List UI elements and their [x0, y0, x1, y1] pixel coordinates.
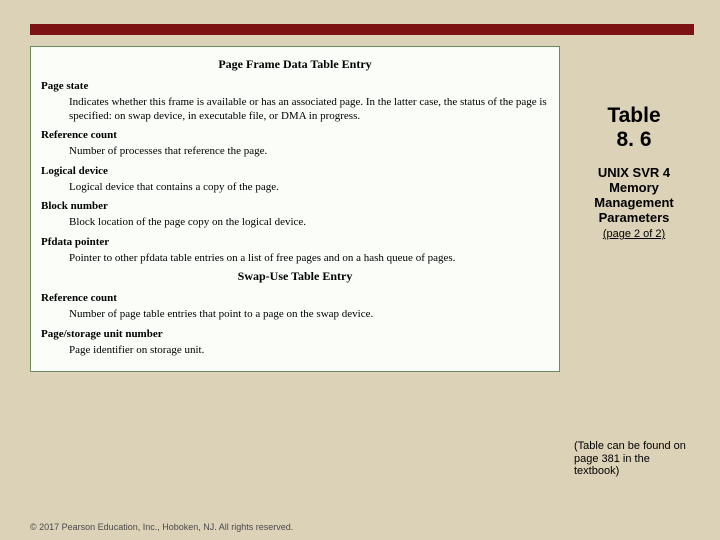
- page-indicator: (page 2 of 2): [574, 228, 694, 240]
- term-desc: Number of page table entries that point …: [69, 308, 549, 322]
- term-desc: Pointer to other pfdata table entries on…: [69, 252, 549, 266]
- term: Reference count: [41, 292, 549, 306]
- term-desc: Page identifier on storage unit.: [69, 344, 549, 358]
- textbook-note: (Table can be found on page 381 in the t…: [574, 440, 694, 478]
- term-desc: Logical device that contains a copy of t…: [69, 181, 549, 195]
- term: Logical device: [41, 165, 549, 179]
- table-caption: UNIX SVR 4 Memory Management Parameters: [574, 166, 694, 226]
- term-desc: Indicates whether this frame is availabl…: [69, 96, 549, 124]
- term: Page state: [41, 80, 549, 94]
- term-desc: Number of processes that reference the p…: [69, 145, 549, 159]
- term: Block number: [41, 200, 549, 214]
- table-label-line2: 8. 6: [616, 128, 651, 151]
- accent-rule: [30, 24, 694, 35]
- section-heading-2: Swap-Use Table Entry: [41, 269, 549, 284]
- copyright-footer: © 2017 Pearson Education, Inc., Hoboken,…: [30, 522, 293, 532]
- term: Pfdata pointer: [41, 236, 549, 250]
- table-label-line1: Table: [607, 104, 660, 127]
- term: Page/storage unit number: [41, 328, 549, 342]
- term-desc: Block location of the page copy on the l…: [69, 216, 549, 230]
- section-heading-1: Page Frame Data Table Entry: [41, 57, 549, 72]
- table-card: Page Frame Data Table Entry Page state I…: [30, 46, 560, 372]
- table-label: Table 8. 6: [574, 104, 694, 152]
- term: Reference count: [41, 129, 549, 143]
- sidebar: Table 8. 6 UNIX SVR 4 Memory Management …: [574, 104, 694, 240]
